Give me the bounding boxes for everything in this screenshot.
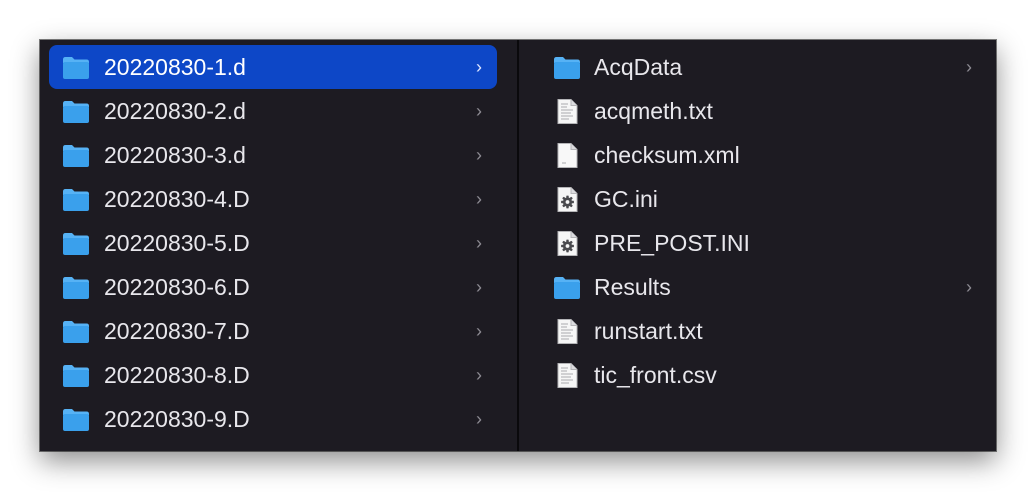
text-file-icon: [552, 318, 582, 345]
folder-name: Results: [594, 274, 671, 300]
settings-file-icon: [552, 186, 582, 213]
chevron-right-icon: ›: [476, 365, 482, 385]
file-name: GC.ini: [594, 186, 658, 212]
file-name: runstart.txt: [594, 318, 703, 344]
chevron-right-icon: ›: [476, 189, 482, 209]
chevron-right-icon: ›: [476, 57, 482, 77]
file-row[interactable]: tic_front.csv: [519, 353, 989, 397]
folder-icon: [61, 406, 91, 433]
folder-icon: [61, 318, 91, 345]
folder-row[interactable]: 20220830-9.D ›: [49, 397, 497, 441]
chevron-right-icon: ›: [476, 101, 482, 121]
folder-name: 20220830-9.D: [104, 406, 250, 432]
folder-icon: [552, 54, 582, 81]
folder-name: 20220830-5.D: [104, 230, 250, 256]
folder-name: 20220830-4.D: [104, 186, 250, 212]
chevron-right-icon: ›: [476, 409, 482, 429]
folder-name: 20220830-3.d: [104, 142, 246, 168]
folder-row[interactable]: 20220830-1.d ›: [49, 45, 497, 89]
chevron-right-icon: ›: [476, 233, 482, 253]
chevron-right-icon: ›: [966, 57, 972, 77]
file-row[interactable]: checksum.xml: [519, 133, 989, 177]
folder-row[interactable]: 20220830-5.D ›: [49, 221, 497, 265]
chevron-right-icon: ›: [476, 321, 482, 341]
folder-row[interactable]: 20220830-7.D ›: [49, 309, 497, 353]
chevron-right-icon: ›: [476, 277, 482, 297]
folder-icon: [61, 274, 91, 301]
folder-name: 20220830-7.D: [104, 318, 250, 344]
folder-icon: [61, 230, 91, 257]
left-column: 20220830-1.d › 20220830-2.d › 20220830-3…: [40, 40, 518, 451]
folder-name: 20220830-6.D: [104, 274, 250, 300]
file-row[interactable]: runstart.txt: [519, 309, 989, 353]
chevron-right-icon: ›: [476, 145, 482, 165]
folder-row[interactable]: 20220830-2.d ›: [49, 89, 497, 133]
text-file-icon: [552, 98, 582, 125]
folder-icon: [61, 142, 91, 169]
file-name: checksum.xml: [594, 142, 740, 168]
file-row[interactable]: acqmeth.txt: [519, 89, 989, 133]
folder-icon: [61, 54, 91, 81]
folder-name: 20220830-1.d: [104, 54, 246, 80]
text-file-icon: [552, 362, 582, 389]
folder-row[interactable]: 20220830-3.d ›: [49, 133, 497, 177]
file-row[interactable]: GC.ini: [519, 177, 989, 221]
folder-icon: [61, 98, 91, 125]
folder-name: 20220830-8.D: [104, 362, 250, 388]
document-file-icon: [552, 142, 582, 169]
folder-icon: [61, 186, 91, 213]
file-name: PRE_POST.INI: [594, 230, 750, 256]
right-column: AcqData › acqmeth.txt checksum.xml GC.in…: [519, 40, 996, 451]
folder-row[interactable]: 20220830-6.D ›: [49, 265, 497, 309]
folder-row[interactable]: AcqData ›: [519, 45, 989, 89]
file-name: tic_front.csv: [594, 362, 717, 388]
file-row[interactable]: PRE_POST.INI: [519, 221, 989, 265]
folder-icon: [552, 274, 582, 301]
folder-name: AcqData: [594, 54, 683, 80]
finder-column-view: 20220830-1.d › 20220830-2.d › 20220830-3…: [40, 40, 996, 451]
folder-row[interactable]: 20220830-8.D ›: [49, 353, 497, 397]
folder-name: 20220830-2.d: [104, 98, 246, 124]
file-name: acqmeth.txt: [594, 98, 713, 124]
folder-icon: [61, 362, 91, 389]
folder-row[interactable]: 20220830-4.D ›: [49, 177, 497, 221]
folder-row[interactable]: Results ›: [519, 265, 989, 309]
settings-file-icon: [552, 230, 582, 257]
chevron-right-icon: ›: [966, 277, 972, 297]
